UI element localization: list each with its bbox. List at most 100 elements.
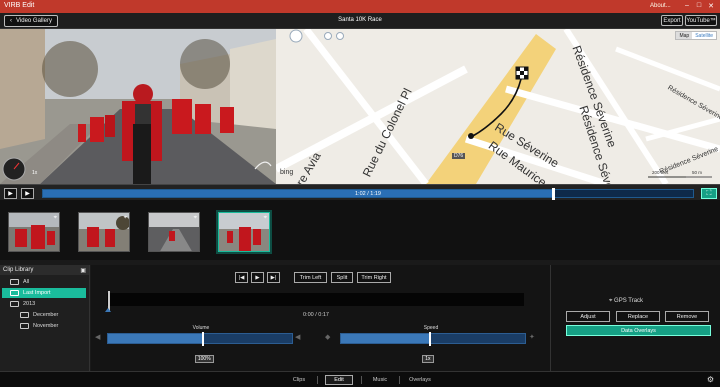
volume-slider[interactable] [107,332,293,346]
skip-forward-icon: ▶| [270,274,277,281]
tab-clips[interactable]: Clips [288,375,310,385]
split-button[interactable]: Split [331,272,353,283]
page-title: Santa 10K Race [338,17,382,23]
gps-pin-icon: ⌖ [123,215,127,221]
speed-label: Speed [423,325,439,331]
library-header: Clip Library ▣ [0,265,89,275]
tab-music[interactable]: Music [367,375,393,385]
gps-pin-icon: ⌖ [53,215,57,221]
tab-divider [361,376,362,384]
library-item-all[interactable]: All [0,277,90,287]
gps-pin-icon: ⌖ [263,215,267,221]
volume-label: Volume [192,325,210,331]
speed-value: 1x [422,355,434,363]
map-canvas [276,29,720,184]
gps-panel: ⌖ GPS Track Adjust Replace Remove Data O… [550,265,720,371]
trim-marker[interactable] [105,308,111,312]
clip-library: Clip Library ▣ All Last Import 2013 Dece… [0,265,90,371]
play-button[interactable]: ▶ [4,188,17,199]
gps-pin-icon: ⌖ [193,215,197,221]
folder-icon [20,323,29,329]
gps-track-text: GPS Track [614,298,644,304]
map-scale-imperial: 200 feet [652,170,669,175]
tab-edit[interactable]: Edit [325,375,353,385]
clip-thumbnail[interactable]: ⌖ [148,212,200,252]
folder-icon [10,301,19,307]
bottom-tab-bar: Clips Edit Music Overlays ⚙ [0,371,720,387]
edit-panel: |◀ ▶ ▶| Trim Left Split Trim Right 0:00 … [91,265,720,371]
progress-track[interactable]: 1:02 / 1:19 [42,188,694,200]
trim-left-button[interactable]: Trim Left [294,272,327,283]
library-item-november[interactable]: November [0,321,90,331]
speed-handle[interactable] [429,332,432,346]
library-menu-icon[interactable]: ▣ [80,267,86,274]
library-item-label: 2013 [23,301,36,307]
clip-thumbnail-selected[interactable]: ⌖ [218,212,270,252]
satellite-mode-button[interactable]: Satellite [692,32,716,39]
step-forward-button[interactable]: ▶ [21,188,34,199]
chevron-left-icon: ‹ [10,18,13,24]
speed-slider[interactable] [340,332,526,346]
map-view[interactable]: Rue du Colonel Pl Résidence Séverine Rue… [276,29,720,184]
maximize-button[interactable]: □ [694,2,704,9]
fullscreen-button[interactable]: ⛶ [701,188,717,199]
clip-thumbnail-strip: ⌖ ⌖ ⌖ ⌖ [0,200,720,260]
youtube-button[interactable]: YouTube™ [685,15,717,26]
folder-icon [10,290,19,296]
step-icon: ▶ [25,191,30,197]
close-button[interactable]: ✕ [706,2,716,10]
remove-button[interactable]: Remove [665,311,709,322]
clip-play-button[interactable]: ▶ [251,272,264,283]
library-item-label: All [23,279,30,285]
go-to-end-button[interactable]: ▶| [267,272,280,283]
folder-icon [20,312,29,318]
library-item-2013[interactable]: 2013 [0,299,90,309]
app-title: VIRB Edit [4,2,35,9]
play-icon: ▶ [8,191,13,197]
header: ‹ Video Gallery Santa 10K Race Export Yo… [0,13,720,29]
export-button[interactable]: Export [661,15,683,26]
library-item-last-import[interactable]: Last Import [2,288,86,298]
time-readout: 1:02 / 1:19 [355,191,381,197]
clip-timeline[interactable] [107,293,524,306]
playback-bar: ▶ ▶ 1:02 / 1:19 ⛶ [0,184,720,200]
thumbnail-image [149,213,199,251]
speed-fill [341,334,430,343]
about-link[interactable]: About... [650,3,671,9]
back-button[interactable]: ‹ Video Gallery [4,15,58,27]
adjust-button[interactable]: Adjust [566,311,610,322]
library-item-label: November [33,323,59,329]
library-item-label: Last Import [23,290,51,296]
video-preview[interactable]: 1x [0,29,276,184]
back-button-label: Video Gallery [16,18,52,24]
trim-right-button[interactable]: Trim Right [357,272,391,283]
map-scale-metric: 50 m [692,170,703,175]
speaker-loud-icon: ◀ [295,334,301,341]
map-mode-button[interactable]: Map [676,32,693,39]
clip-thumbnail[interactable]: ⌖ [78,212,130,252]
tab-overlays[interactable]: Overlays [404,375,436,385]
skip-back-icon: |◀ [238,274,245,281]
folder-icon [10,279,19,285]
tab-divider [399,376,400,384]
rabbit-icon: ✦ [529,334,535,341]
library-item-december[interactable]: December [0,310,90,320]
replace-button[interactable]: Replace [616,311,660,322]
library-item-label: December [33,312,59,318]
play-icon: ▶ [255,274,260,281]
thumbnail-image [79,213,129,251]
minimize-button[interactable]: – [682,2,692,9]
gps-track-label: ⌖ GPS Track [609,298,643,305]
volume-value: 100% [194,355,214,363]
go-to-start-button[interactable]: |◀ [235,272,248,283]
title-bar: VIRB Edit About... – □ ✕ [0,0,720,13]
settings-icon[interactable]: ⚙ [707,375,714,384]
library-title: Clip Library [3,267,34,273]
volume-handle[interactable] [201,332,204,346]
bing-logo: bing [280,169,294,176]
tab-divider [317,376,318,384]
video-speed-label: 1x [32,170,38,176]
thumbnail-image [9,213,59,251]
data-overlays-button[interactable]: Data Overlays [566,325,711,336]
clip-thumbnail[interactable]: ⌖ [8,212,60,252]
